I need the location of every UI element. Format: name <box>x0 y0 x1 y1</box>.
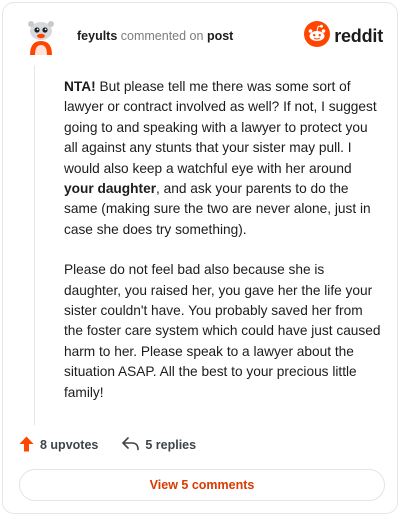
view-comments-button[interactable]: View 5 comments <box>19 469 385 501</box>
comment-card: feyults commented on post reddit NTA! Bu… <box>2 2 398 514</box>
comment-bold-lead: NTA! <box>64 79 96 94</box>
action-text: commented on <box>120 29 204 43</box>
replies-button[interactable]: 5 replies <box>122 436 197 454</box>
upvote-arrow-icon <box>19 436 34 455</box>
post-link[interactable]: post <box>207 29 233 43</box>
brand-wordmark: reddit <box>334 25 383 46</box>
upvote-button[interactable]: 8 upvotes <box>19 436 98 455</box>
comment-text: But please tell me there was some sort o… <box>64 79 377 176</box>
thread-line[interactable] <box>34 65 35 425</box>
snoo-avatar-icon[interactable] <box>21 17 61 57</box>
reply-arrow-icon <box>122 436 140 454</box>
username-link[interactable]: feyults <box>77 29 117 43</box>
comment-meta: feyults commented on post <box>77 29 233 43</box>
reddit-logo-icon <box>304 20 331 52</box>
comment-body: NTA! But please tell me there was some s… <box>64 77 384 423</box>
comment-actions: 8 upvotes 5 replies <box>19 435 196 455</box>
comment-paragraph: Please do not feel bad also because she … <box>64 262 381 400</box>
comment-paragraph: NTA! But please tell me there was some s… <box>64 77 384 240</box>
upvotes-count: 8 upvotes <box>40 438 99 452</box>
comment-header: feyults commented on post reddit <box>17 17 383 57</box>
reddit-brand[interactable]: reddit <box>304 20 383 52</box>
comment-bold-mid: your daughter <box>64 181 157 197</box>
replies-count: 5 replies <box>145 438 197 452</box>
